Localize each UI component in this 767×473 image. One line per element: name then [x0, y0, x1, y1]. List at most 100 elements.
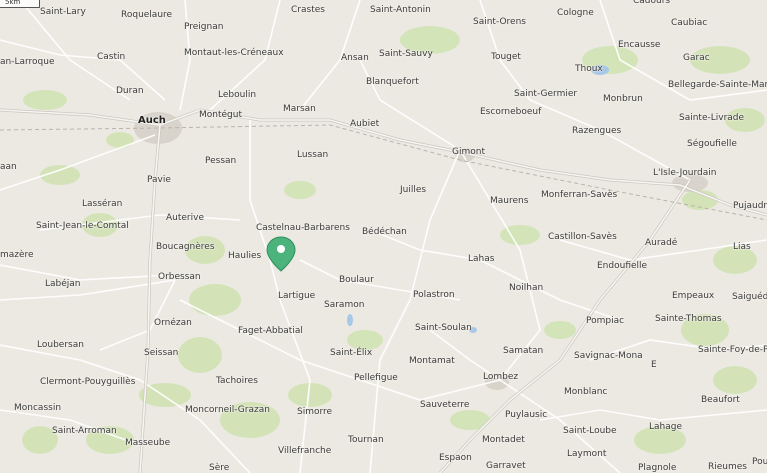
place-label-saint-loube: Saint-Loube	[563, 426, 617, 436]
place-label-lisle-jourdain: L'Isle-Jourdain	[653, 168, 717, 178]
place-label-juilles: Juilles	[400, 185, 427, 195]
place-label-garac: Garac	[683, 53, 710, 63]
place-label-samatan: Samatan	[503, 346, 544, 356]
place-label-castin: Castin	[97, 52, 126, 62]
place-label-espaon: Espaon	[439, 453, 472, 463]
place-label-sainte-foy-de-p: Sainte-Foy-de-P	[698, 345, 767, 355]
place-label-leboulin: Leboulin	[218, 90, 257, 100]
place-label-auterive: Auterive	[166, 213, 204, 223]
place-label-mazere: mazère	[0, 250, 34, 260]
place-label-bellegarde: Bellegarde-Sainte-Mari	[668, 80, 767, 90]
place-label-saint-orens: Saint-Orens	[473, 17, 526, 27]
place-label-montamat: Montamat	[409, 356, 455, 366]
place-label-saint-elix: Saint-Élix	[330, 348, 373, 358]
place-label-marsan: Marsan	[283, 104, 316, 114]
place-label-saint-soulan: Saint-Soulan	[415, 323, 472, 333]
place-label-pou: Pou	[752, 457, 767, 467]
map-canvas[interactable]: 5km Saint-Lary Roquelaure Crastes Saint-Ant…	[0, 0, 767, 473]
place-label-lias: Lias	[733, 242, 751, 252]
place-label-boulaur: Boulaur	[339, 275, 374, 285]
place-label-lasseran: Lasséran	[82, 199, 123, 209]
place-label-ornezan: Ornézan	[154, 318, 192, 328]
place-label-blanquefort: Blanquefort	[366, 77, 419, 87]
place-label-saramon: Saramon	[324, 300, 365, 310]
place-label-maurens: Maurens	[490, 196, 529, 206]
place-label-crastes: Crastes	[291, 5, 325, 15]
place-label-gimont: Gimont	[452, 147, 485, 157]
place-label-masseube: Masseube	[125, 438, 171, 448]
place-label-duran: Duran	[116, 86, 144, 96]
place-label-simorre: Simorre	[297, 407, 333, 417]
place-label-cadours: Cadours	[633, 0, 671, 6]
place-label-montaut-les-creneaux: Montaut-les-Créneaux	[184, 48, 284, 58]
place-label-lartigue: Lartigue	[278, 291, 316, 301]
place-label-seissan: Seissan	[144, 348, 179, 358]
place-label-clermont-pouyguilles: Clermont-Pouyguillès	[40, 377, 136, 387]
place-label-razengues: Razengues	[572, 126, 622, 136]
place-label-e: E	[651, 360, 657, 370]
scale-bar: 5km	[0, 0, 40, 8]
place-label-labejan: Labéjan	[45, 279, 81, 289]
place-label-puylausic: Puylausic	[505, 410, 548, 420]
place-label-moncorneil-grazan: Moncorneil-Grazan	[185, 405, 270, 415]
place-label-preignan: Preignan	[184, 22, 224, 32]
place-label-encausse: Encausse	[618, 40, 661, 50]
place-label-tournan: Tournan	[348, 435, 384, 445]
place-label-aubiet: Aubiet	[350, 119, 380, 129]
place-label-garravet: Garravet	[486, 461, 526, 471]
place-label-tachoires: Tachoires	[216, 376, 258, 386]
place-label-saint-germier: Saint-Germier	[514, 89, 578, 99]
place-label-plagnole: Plagnole	[638, 463, 677, 473]
place-label-castelnau-barbarens: Castelnau-Barbarens	[256, 223, 350, 233]
place-label-castillon-saves: Castillon-Savès	[548, 232, 617, 242]
place-label-pessan: Pessan	[205, 156, 237, 166]
place-label-empeaux: Empeaux	[672, 291, 715, 301]
place-label-saint-jean-le-comtal: Saint-Jean-le-Comtal	[36, 221, 129, 231]
scale-label: 5km	[5, 0, 21, 6]
place-label-beaufort: Beaufort	[701, 395, 740, 405]
place-label-saiguede: Saiguéd	[732, 292, 767, 302]
place-label-polastron: Polastron	[413, 290, 455, 300]
place-label-saint-sauvy: Saint-Sauvy	[379, 49, 433, 59]
place-label-segoufielle: Ségoufielle	[687, 139, 737, 149]
place-label-sere: Sère	[209, 463, 230, 473]
place-label-noilhan: Noilhan	[509, 283, 544, 293]
place-label-pompiac: Pompiac	[586, 316, 625, 326]
place-label-faget-abbatial: Faget-Abbatial	[238, 326, 303, 336]
place-label-saint-arroman: Saint-Arroman	[52, 426, 117, 436]
place-label-sainte-thomas: Sainte-Thomas	[655, 314, 722, 324]
place-label-endoufielle: Endoufielle	[597, 261, 648, 271]
place-label-monbrun: Monbrun	[603, 94, 643, 104]
place-label-lussan: Lussan	[297, 150, 329, 160]
place-label-sainte-livrade: Sainte-Livrade	[679, 113, 745, 123]
place-label-moncassin: Moncassin	[14, 403, 62, 413]
place-label-monferran-saves: Monferran-Savès	[541, 190, 618, 200]
place-label-saint-lary: Saint-Lary	[40, 7, 86, 17]
place-label-auch: Auch	[138, 115, 166, 126]
place-label-montadet: Montadet	[482, 435, 525, 445]
place-label-cologne: Cologne	[557, 8, 594, 18]
place-label-pellefigue: Pellefigue	[354, 373, 398, 383]
place-label-an-larroque: an-Larroque	[0, 57, 55, 67]
place-label-lombez: Lombez	[483, 372, 519, 382]
place-label-laymont: Laymont	[567, 449, 607, 459]
place-label-roquelaure: Roquelaure	[121, 10, 173, 20]
place-label-pavie: Pavie	[147, 175, 171, 185]
place-label-monblanc: Monblanc	[564, 387, 608, 397]
place-label-touget: Touget	[491, 52, 521, 62]
place-label-villefranche: Villefranche	[278, 446, 332, 456]
place-label-saint-antonin: Saint-Antonin	[370, 5, 431, 15]
place-label-thoux: Thoux	[575, 64, 603, 74]
place-label-orbessan: Orbessan	[158, 272, 201, 282]
place-label-bougagneres: Boucagnères	[156, 242, 215, 252]
place-label-pujaudr: Pujaudr	[733, 201, 767, 211]
location-marker-icon[interactable]	[266, 236, 296, 272]
place-label-ansan: Ansan	[341, 53, 369, 63]
place-label-savignac-mona: Savignac-Mona	[574, 351, 643, 361]
place-label-escorneboeuf: Escorneboeuf	[480, 107, 542, 117]
place-label-aan: aan	[0, 162, 17, 172]
place-label-lahas: Lahas	[468, 254, 495, 264]
place-label-loubersan: Loubersan	[37, 340, 84, 350]
place-label-lahage: Lahage	[649, 422, 682, 432]
place-label-sauveterre: Sauveterre	[420, 400, 470, 410]
